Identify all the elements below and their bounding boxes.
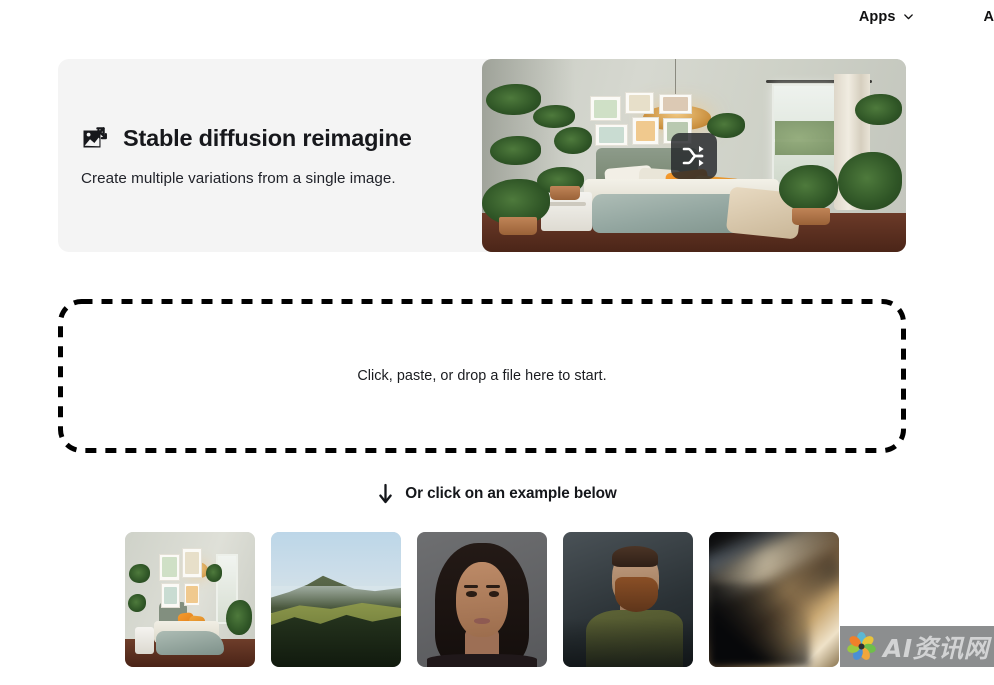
nav-apps-menu[interactable]: Apps	[859, 9, 914, 25]
hero-subtitle: Create multiple variations from a single…	[81, 169, 396, 187]
nav-apps-label: Apps	[858, 9, 896, 25]
nav-api-label: API	[983, 9, 994, 25]
example-bearded-man[interactable]	[563, 532, 693, 667]
image-reimagine-icon	[81, 125, 109, 153]
chevron-down-icon	[903, 11, 914, 22]
example-bedroom[interactable]	[125, 532, 255, 667]
nav-api-link[interactable]: API	[984, 9, 994, 25]
shuffle-icon[interactable]	[671, 132, 717, 179]
file-dropzone[interactable]: Click, paste, or drop a file here to sta…	[58, 299, 906, 453]
top-header: Apps API	[0, 0, 994, 34]
example-abstract[interactable]	[709, 532, 839, 667]
examples-thumbnail-row	[125, 532, 839, 667]
example-landscape[interactable]	[271, 532, 401, 667]
example-woman-portrait[interactable]	[417, 532, 547, 667]
watermark-text: AI资讯网	[883, 633, 990, 663]
arrow-down-icon	[377, 483, 394, 505]
examples-heading-row: Or click on an example below	[0, 483, 994, 505]
hero-title: Stable diffusion reimagine	[123, 125, 412, 151]
hero-title-row: Stable diffusion reimagine	[81, 125, 483, 153]
hero-text-block: Stable diffusion reimagine Create multip…	[58, 59, 483, 252]
examples-heading: Or click on an example below	[405, 485, 617, 502]
hero-image[interactable]	[482, 59, 906, 252]
watermark: AI资讯网	[840, 626, 994, 667]
dropzone-label: Click, paste, or drop a file here to sta…	[357, 368, 607, 384]
hero-card: Stable diffusion reimagine Create multip…	[58, 59, 906, 252]
flower-logo-icon	[846, 631, 877, 662]
